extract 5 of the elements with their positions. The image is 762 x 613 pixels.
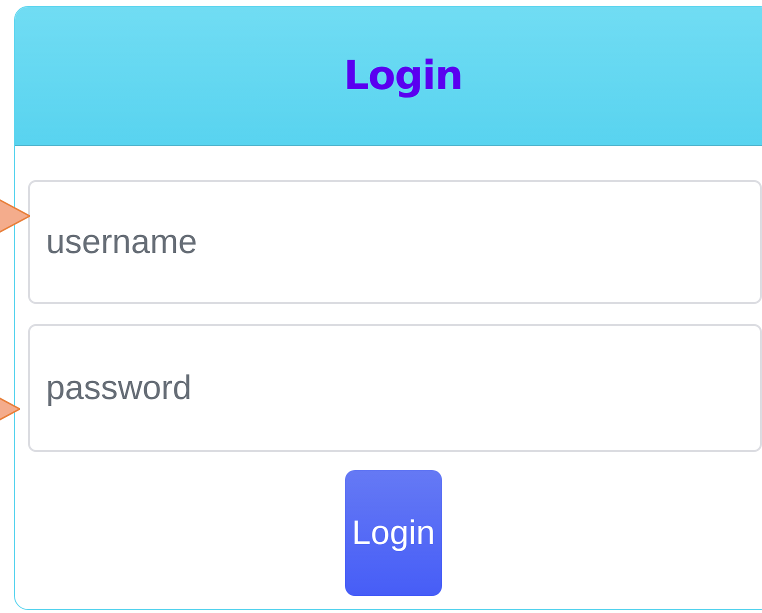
input-field[interactable]: username — [28, 180, 762, 304]
pointer-icon — [0, 197, 30, 235]
login-button[interactable]: Login — [345, 470, 442, 596]
input-field[interactable]: password — [28, 324, 762, 452]
login-title: Login — [344, 53, 462, 99]
